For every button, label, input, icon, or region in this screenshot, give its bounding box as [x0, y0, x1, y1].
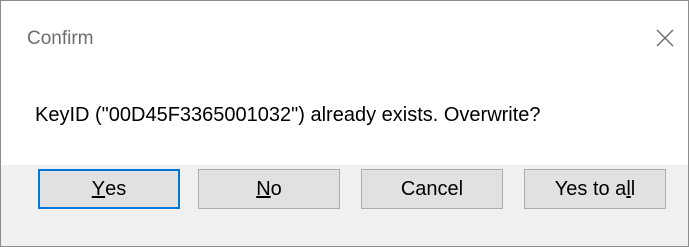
yes-accelerator: Y [91, 177, 106, 200]
no-label-rest: o [270, 177, 282, 200]
dialog-title: Confirm [27, 28, 94, 49]
yes-label-rest: es [105, 177, 127, 200]
no-button[interactable]: No [198, 169, 340, 209]
button-bar: Yes No Cancel Yes to all [1, 165, 688, 246]
no-accelerator: N [256, 177, 271, 200]
yes-to-all-label-before: Yes to a [554, 177, 627, 200]
yes-button[interactable]: Yes [38, 169, 180, 209]
title-bar: Confirm [1, 1, 688, 63]
cancel-label: Cancel [400, 177, 464, 200]
yes-to-all-label-after: l [630, 177, 636, 200]
confirm-message: KeyID ("00D45F3365001032") already exist… [35, 104, 541, 126]
cancel-button[interactable]: Cancel [361, 169, 503, 209]
yes-to-all-button[interactable]: Yes to all [524, 169, 666, 209]
confirm-dialog: Confirm KeyID ("00D45F3365001032") alrea… [0, 0, 689, 247]
message-area: KeyID ("00D45F3365001032") already exist… [1, 63, 688, 165]
close-icon[interactable] [652, 25, 678, 51]
